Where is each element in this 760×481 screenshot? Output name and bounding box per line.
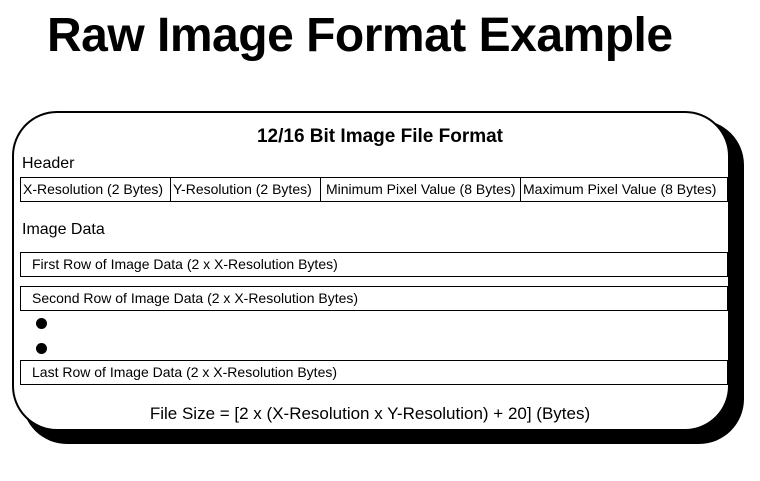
- last-row-box: Last Row of Image Data (2 x X-Resolution…: [20, 360, 728, 385]
- header-label: Header: [22, 155, 75, 172]
- first-row-box: First Row of Image Data (2 x X-Resolutio…: [20, 252, 728, 277]
- ellipsis-dot: [36, 343, 47, 354]
- file-size-formula: File Size = [2 x (X-Resolution x Y-Resol…: [149, 404, 591, 423]
- image-data-label: Image Data: [22, 221, 105, 238]
- header-table: X-Resolution (2 Bytes) Y-Resolution (2 B…: [20, 177, 728, 202]
- slide-title: Raw Image Format Example: [47, 9, 673, 62]
- header-cell-minimum-pixel-value: Minimum Pixel Value (8 Bytes): [321, 178, 521, 201]
- header-cell-y-resolution: Y-Resolution (2 Bytes): [171, 178, 321, 201]
- panel-title: 12/16 Bit Image File Format: [256, 126, 504, 147]
- second-row-box: Second Row of Image Data (2 x X-Resoluti…: [20, 286, 728, 311]
- header-cell-x-resolution: X-Resolution (2 Bytes): [21, 178, 171, 201]
- ellipsis-dot: [36, 318, 47, 329]
- header-cell-maximum-pixel-value: Maximum Pixel Value (8 Bytes): [523, 181, 717, 197]
